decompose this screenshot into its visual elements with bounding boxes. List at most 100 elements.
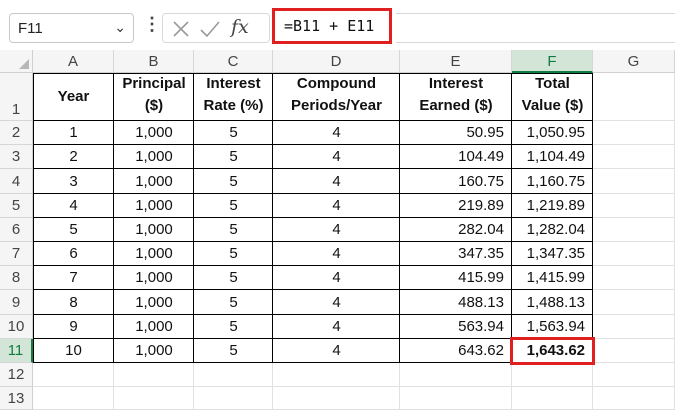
- row-header-12[interactable]: 12: [0, 363, 33, 387]
- cell-year[interactable]: 7: [33, 266, 114, 290]
- cell-periods[interactable]: 4: [273, 169, 400, 194]
- row-number: 2: [11, 124, 21, 141]
- cell-rate[interactable]: 5: [194, 290, 273, 315]
- name-box[interactable]: F11 ⌄: [9, 13, 134, 43]
- cell-periods[interactable]: 4: [273, 145, 400, 169]
- row-header-2[interactable]: 2: [0, 121, 33, 145]
- cell-earned[interactable]: 488.13: [400, 290, 512, 315]
- column-header-c[interactable]: C: [194, 50, 273, 73]
- cell-principal[interactable]: 1,000: [114, 121, 194, 145]
- cell-total[interactable]: 1,282.04: [512, 218, 593, 242]
- cell-year[interactable]: 2: [33, 145, 114, 169]
- column-header-g[interactable]: G: [593, 50, 675, 73]
- cell-earned[interactable]: 282.04: [400, 218, 512, 242]
- cell-earned[interactable]: 347.35: [400, 242, 512, 266]
- cell-periods[interactable]: 4: [273, 266, 400, 290]
- row-number: 9: [11, 294, 21, 311]
- insert-function-icon[interactable]: fx: [231, 16, 249, 38]
- cell-principal[interactable]: 1,000: [114, 194, 194, 218]
- cell-earned[interactable]: 219.89: [400, 194, 512, 218]
- cell-total[interactable]: 1,219.89: [512, 194, 593, 218]
- cell-periods[interactable]: 4: [273, 218, 400, 242]
- cell-periods[interactable]: 4: [273, 242, 400, 266]
- cell-rate[interactable]: 5: [194, 145, 273, 169]
- row-header-4[interactable]: 4: [0, 169, 33, 194]
- cell-principal[interactable]: 1,000: [114, 169, 194, 194]
- header-line: Interest: [428, 75, 484, 92]
- chevron-down-icon[interactable]: ⌄: [114, 19, 126, 36]
- cell-rate[interactable]: 5: [194, 169, 273, 194]
- cell-principal[interactable]: 1,000: [114, 315, 194, 339]
- column-header-d[interactable]: D: [273, 50, 400, 73]
- cell-total[interactable]: 1,160.75: [512, 169, 593, 194]
- row-header-7[interactable]: 7: [0, 242, 33, 266]
- cell-year[interactable]: 3: [33, 169, 114, 194]
- more-options-icon[interactable]: ⋮: [143, 14, 161, 35]
- cell-year[interactable]: 10: [33, 339, 114, 363]
- row-header-8[interactable]: 8: [0, 266, 33, 290]
- formula-input[interactable]: =B11 + E11: [272, 8, 392, 44]
- cell-rate[interactable]: 5: [194, 339, 273, 363]
- header-compound-periods[interactable]: Compound Periods/Year: [273, 73, 400, 121]
- row-header-1[interactable]: 1: [0, 73, 33, 121]
- cell-periods[interactable]: 4: [273, 194, 400, 218]
- cell-total[interactable]: 1,347.35: [512, 242, 593, 266]
- cell-periods[interactable]: 4: [273, 121, 400, 145]
- cell-rate[interactable]: 5: [194, 315, 273, 339]
- row-number: 11: [7, 342, 24, 359]
- cell-year[interactable]: 5: [33, 218, 114, 242]
- cell-year[interactable]: 6: [33, 242, 114, 266]
- row-header-9[interactable]: 9: [0, 290, 33, 315]
- cell-earned[interactable]: 563.94: [400, 315, 512, 339]
- header-interest-rate[interactable]: Interest Rate (%): [194, 73, 273, 121]
- row-header-13[interactable]: 13: [0, 387, 33, 410]
- cell-principal[interactable]: 1,000: [114, 218, 194, 242]
- cell-rate[interactable]: 5: [194, 218, 273, 242]
- column-header-f[interactable]: F: [512, 50, 593, 73]
- cell-periods[interactable]: 4: [273, 315, 400, 339]
- enter-check-icon[interactable]: [199, 19, 221, 39]
- cell-earned[interactable]: 160.75: [400, 169, 512, 194]
- cell-total[interactable]: 1,104.49: [512, 145, 593, 169]
- cell-principal[interactable]: 1,000: [114, 242, 194, 266]
- row-header-10[interactable]: 10: [0, 315, 33, 339]
- cell-rate[interactable]: 5: [194, 121, 273, 145]
- cell-rate[interactable]: 5: [194, 194, 273, 218]
- row-header-11[interactable]: 11: [0, 339, 33, 363]
- cell-total[interactable]: 1,563.94: [512, 315, 593, 339]
- cell-earned[interactable]: 50.95: [400, 121, 512, 145]
- cancel-icon[interactable]: [171, 19, 191, 39]
- cell-year[interactable]: 9: [33, 315, 114, 339]
- cell-year[interactable]: 4: [33, 194, 114, 218]
- column-header-e[interactable]: E: [400, 50, 512, 73]
- cell-total[interactable]: 1,488.13: [512, 290, 593, 315]
- cell-total[interactable]: 1,415.99: [512, 266, 593, 290]
- cell-principal[interactable]: 1,000: [114, 339, 194, 363]
- header-principal[interactable]: Principal ($): [114, 73, 194, 121]
- header-interest-earned[interactable]: Interest Earned ($): [400, 73, 512, 121]
- row-number: 12: [7, 366, 25, 383]
- header-total-value[interactable]: Total Value ($): [512, 73, 593, 121]
- cell-rate[interactable]: 5: [194, 242, 273, 266]
- row-header-3[interactable]: 3: [0, 145, 33, 169]
- cell-earned[interactable]: 104.49: [400, 145, 512, 169]
- table-border-horizontal: [33, 144, 593, 145]
- cell-principal[interactable]: 1,000: [114, 145, 194, 169]
- row-header-6[interactable]: 6: [0, 218, 33, 242]
- formula-input-extension[interactable]: [396, 13, 675, 43]
- cell-earned[interactable]: 643.62: [400, 339, 512, 363]
- column-header-b[interactable]: B: [114, 50, 194, 73]
- header-year[interactable]: Year: [33, 73, 114, 121]
- cell-total[interactable]: 1,050.95: [512, 121, 593, 145]
- cell-principal[interactable]: 1,000: [114, 266, 194, 290]
- cell-periods[interactable]: 4: [273, 290, 400, 315]
- cell-earned[interactable]: 415.99: [400, 266, 512, 290]
- cell-rate[interactable]: 5: [194, 266, 273, 290]
- select-all-corner[interactable]: [0, 50, 33, 73]
- cell-year[interactable]: 1: [33, 121, 114, 145]
- cell-year[interactable]: 8: [33, 290, 114, 315]
- column-header-a[interactable]: A: [33, 50, 114, 73]
- cell-periods[interactable]: 4: [273, 339, 400, 363]
- cell-principal[interactable]: 1,000: [114, 290, 194, 315]
- row-header-5[interactable]: 5: [0, 194, 33, 218]
